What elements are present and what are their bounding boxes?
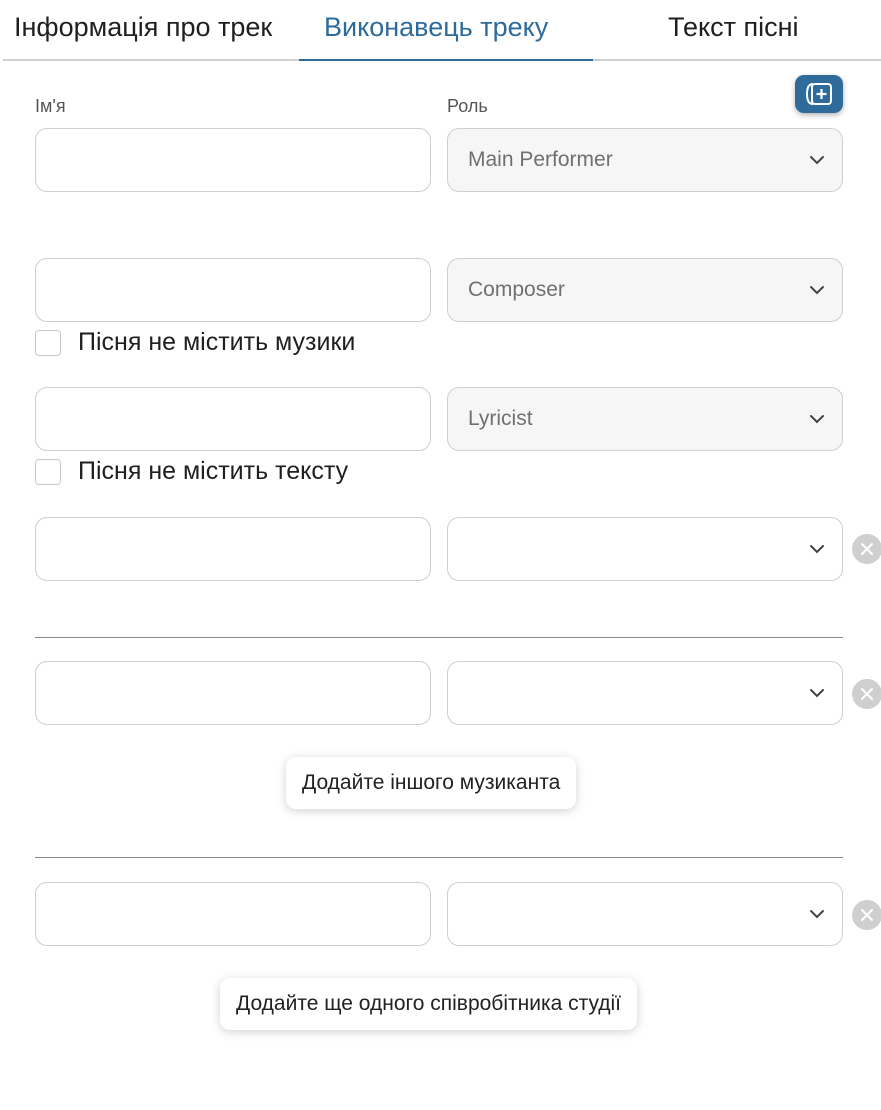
name-input-3[interactable] [35, 387, 431, 451]
role-select-value: Composer [468, 278, 565, 301]
role-select-2[interactable]: Composer [447, 258, 843, 322]
tab-track-performer[interactable]: Виконавець треку [324, 12, 548, 43]
add-studio-staff-button[interactable]: Додайте ще одного співробітника студії [220, 978, 638, 1030]
section-divider [35, 857, 843, 858]
section-divider [35, 637, 843, 638]
name-input-5[interactable] [35, 661, 431, 725]
chevron-down-icon [810, 545, 824, 554]
tab-track-info[interactable]: Інформація про трек [14, 12, 272, 43]
no-music-label: Пісня не містить музики [78, 328, 356, 356]
no-music-checkbox[interactable] [35, 330, 61, 356]
chevron-down-icon [810, 286, 824, 295]
tab-lyrics[interactable]: Текст пісні [668, 12, 799, 43]
chevron-down-icon [810, 689, 824, 698]
tab-bar: Інформація про трек Виконавець треку Тек… [3, 0, 881, 61]
role-select-5[interactable] [447, 661, 843, 725]
name-column-label: Ім'я [35, 96, 66, 116]
active-tab-indicator [299, 59, 593, 61]
name-input-6[interactable] [35, 882, 431, 946]
chevron-down-icon [810, 156, 824, 165]
close-icon [861, 909, 873, 921]
role-select-4[interactable] [447, 517, 843, 581]
add-musician-button[interactable]: Додайте іншого музиканта [286, 757, 577, 809]
role-select-1[interactable]: Main Performer [447, 128, 843, 192]
add-row-button[interactable] [795, 75, 843, 113]
name-input-4[interactable] [35, 517, 431, 581]
close-icon [861, 543, 873, 555]
role-column-label: Роль [447, 96, 488, 116]
role-select-value: Main Performer [468, 148, 613, 171]
chevron-down-icon [810, 910, 824, 919]
no-lyrics-label: Пісня не містить тексту [78, 457, 349, 485]
role-select-3[interactable]: Lyricist [447, 387, 843, 451]
name-input-2[interactable] [35, 258, 431, 322]
remove-row-button[interactable] [852, 900, 881, 930]
name-input-1[interactable] [35, 128, 431, 192]
close-icon [861, 688, 873, 700]
chevron-down-icon [810, 415, 824, 424]
remove-row-button[interactable] [852, 534, 881, 564]
no-lyrics-checkbox[interactable] [35, 459, 61, 485]
role-select-6[interactable] [447, 882, 843, 946]
remove-row-button[interactable] [852, 679, 881, 709]
add-row-icon [805, 83, 832, 105]
role-select-value: Lyricist [468, 407, 533, 430]
